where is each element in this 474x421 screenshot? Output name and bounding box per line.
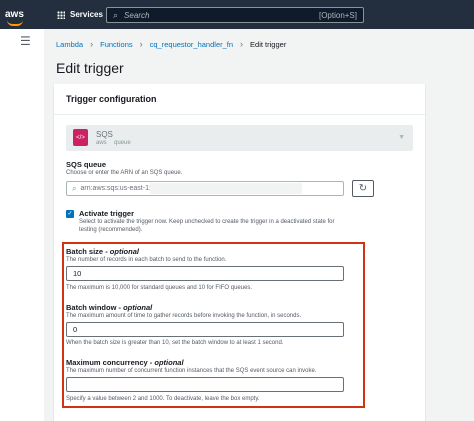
services-label: Services (70, 10, 103, 19)
search-shortcut: [Option+S] (318, 10, 357, 20)
logo-smile-icon (7, 20, 23, 26)
breadcrumb-function[interactable]: cq_requestor_handler_fn (150, 40, 233, 49)
activate-trigger-label: Activate trigger (79, 209, 135, 218)
batch-size-label: Batch size - optional (66, 247, 139, 256)
search-input[interactable]: ⌕ Search [Option+S] (106, 7, 364, 23)
aws-logo[interactable]: aws (5, 8, 31, 26)
panel-title: Trigger configuration (54, 84, 425, 115)
activate-trigger-description-2: testing (recommended). (79, 227, 143, 233)
sqs-queue-value: arn:aws:sqs:us-east-1: (80, 185, 151, 192)
max-concurrency-input[interactable] (66, 377, 344, 392)
services-button[interactable]: Services (57, 10, 103, 19)
sqs-icon: </> (73, 129, 88, 146)
search-icon: ⌕ (72, 183, 77, 193)
batch-size-description: The number of records in each batch to s… (66, 257, 227, 263)
batch-window-label: Batch window - optional (66, 303, 153, 312)
chevron-right-icon: › (240, 39, 244, 49)
source-tag-queue: queue (114, 140, 131, 146)
source-tag-aws: aws (96, 140, 107, 146)
search-icon: ⌕ (113, 9, 119, 20)
chevron-right-icon: › (139, 39, 143, 49)
sqs-queue-description: Choose or enter the ARN of an SQS queue. (66, 170, 183, 176)
refresh-icon: ↻ (358, 183, 368, 194)
max-concurrency-label: Maximum concurrency - optional (66, 358, 184, 367)
breadcrumb-functions[interactable]: Functions (100, 40, 133, 49)
trigger-source-select[interactable]: </> SQS aws queue ▼ (66, 125, 413, 151)
max-concurrency-hint: Specify a value between 2 and 1000. To d… (66, 396, 260, 402)
redacted-area (150, 183, 302, 194)
batch-size-input[interactable]: 10 (66, 266, 344, 281)
logo-text: aws (5, 8, 24, 20)
source-name: SQS (96, 130, 113, 139)
breadcrumb-current: Edit trigger (250, 39, 287, 49)
batch-size-hint: The maximum is 10,000 for standard queue… (66, 285, 253, 291)
batch-window-hint: When the batch size is greater than 10, … (66, 340, 284, 346)
search-placeholder: Search (124, 10, 150, 20)
activate-trigger-checkbox[interactable]: ✓ (66, 210, 74, 218)
sidebar (0, 29, 45, 421)
breadcrumb-lambda[interactable]: Lambda (56, 40, 83, 49)
batch-window-description: The maximum amount of time to gather rec… (66, 313, 302, 319)
top-navigation-bar: aws Services ⌕ Search [Option+S] (0, 0, 474, 29)
refresh-button[interactable]: ↻ (352, 180, 374, 197)
breadcrumb: Lambda › Functions › cq_requestor_handle… (56, 39, 286, 49)
trigger-configuration-panel: Trigger configuration </> SQS aws queue … (54, 84, 425, 421)
sqs-queue-input[interactable]: ⌕ arn:aws:sqs:us-east-1: (66, 181, 344, 196)
sqs-queue-label: SQS queue (66, 160, 107, 169)
caret-down-icon: ▼ (398, 134, 405, 141)
activate-trigger-description-1: Select to activate the trigger now. Keep… (79, 219, 335, 225)
chevron-right-icon: › (90, 39, 94, 49)
grid-icon (57, 10, 65, 19)
batch-window-input[interactable]: 0 (66, 322, 344, 337)
page-title: Edit trigger (56, 60, 124, 76)
main-content: Lambda › Functions › cq_requestor_handle… (44, 29, 474, 421)
menu-icon[interactable]: ☰ (20, 35, 31, 47)
max-concurrency-description: The maximum number of concurrent functio… (66, 368, 317, 374)
